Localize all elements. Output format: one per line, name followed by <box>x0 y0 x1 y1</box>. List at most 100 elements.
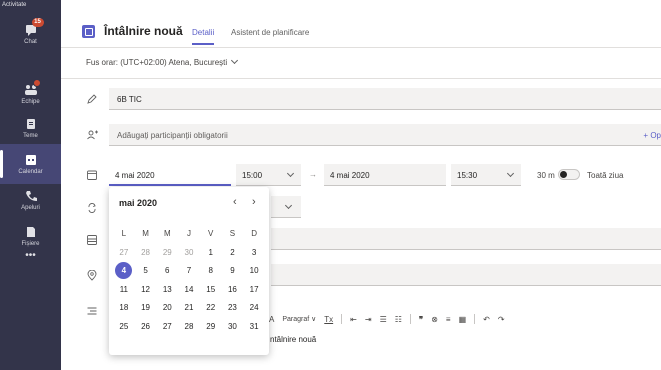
calendar-day[interactable]: 6 <box>156 262 178 281</box>
end-date-input[interactable]: 4 mai 2020 <box>324 164 446 186</box>
calendar-day[interactable]: 16 <box>222 281 244 300</box>
calendar-day[interactable]: 10 <box>243 262 265 281</box>
calendar-day-number: 22 <box>206 303 216 312</box>
calendar-day-number: 29 <box>206 321 216 331</box>
calendar-day-number: 15 <box>206 284 216 294</box>
location-input[interactable] <box>271 264 661 286</box>
calendar-day[interactable]: 20 <box>156 299 178 318</box>
all-day-toggle[interactable] <box>558 169 580 180</box>
calendar-day[interactable]: 30 <box>222 318 244 337</box>
optional-attendees-link[interactable]: + Op <box>643 124 661 140</box>
chevron-down-icon <box>231 56 239 65</box>
rail-item-label: Teme <box>23 132 38 139</box>
page-title: Întâlnire nouă <box>104 24 183 38</box>
calendar-day[interactable]: 1 <box>200 244 222 263</box>
calendar-day-number: 30 <box>227 321 237 331</box>
start-time-select[interactable]: 15:00 <box>236 164 301 186</box>
tab-scheduling-assistant[interactable]: Asistent de planificare <box>231 28 309 37</box>
calendar-day-number: 10 <box>249 266 259 275</box>
calendar-day[interactable]: 21 <box>178 299 200 318</box>
calendar-day-number: 6 <box>165 266 170 275</box>
calendar-day[interactable]: 4 <box>113 262 135 281</box>
undo-button[interactable]: ↶ <box>483 315 490 324</box>
paragraph-style-select[interactable]: Paragraf ∨ <box>282 315 316 323</box>
rail-activity-label[interactable]: Activitate <box>2 2 26 8</box>
calendar-day[interactable]: 28 <box>178 318 200 337</box>
chevron-down-icon <box>506 169 515 178</box>
rail-item-label: Apeluri <box>21 204 40 211</box>
location-icon <box>87 269 97 281</box>
outdent-button[interactable]: ⇤ <box>350 315 357 324</box>
calendar-day[interactable]: 3 <box>243 244 265 263</box>
calendar-day[interactable]: 30 <box>178 244 200 263</box>
calendar-day[interactable]: 28 <box>135 244 157 263</box>
calendar-day[interactable]: 27 <box>156 318 178 337</box>
next-month-button[interactable]: › <box>252 196 256 208</box>
calendar-day[interactable]: 11 <box>113 281 135 300</box>
calendar-day[interactable]: 29 <box>200 318 222 337</box>
rail-item-assignments[interactable]: Teme <box>0 108 61 148</box>
calendar-day[interactable]: 9 <box>222 262 244 281</box>
start-date-input[interactable]: 4 mai 2020 <box>109 164 231 186</box>
calendar-day[interactable]: 12 <box>135 281 157 300</box>
arrow-right-icon: → <box>309 170 317 179</box>
repeat-select[interactable] <box>271 196 301 218</box>
title-input[interactable]: 6B TIC <box>109 88 661 110</box>
calendar-day[interactable]: 31 <box>243 318 265 337</box>
calendar-day[interactable]: 17 <box>243 281 265 300</box>
clear-format-button[interactable]: Tx <box>324 315 333 324</box>
rail-item-more[interactable]: ••• <box>0 240 61 270</box>
add-people-icon <box>87 130 98 140</box>
calendar-day[interactable]: 22 <box>200 299 222 318</box>
bullet-list-button[interactable]: ☰ <box>380 315 387 324</box>
calendar-day-number: 2 <box>230 247 235 257</box>
timezone-selector[interactable]: Fus orar: (UTC+02:00) Atena, București <box>86 56 239 67</box>
end-time-select[interactable]: 15:30 <box>451 164 521 186</box>
tab-details[interactable]: Detalii <box>192 28 215 45</box>
calendar-day-number: 27 <box>119 247 129 257</box>
calendar-day[interactable]: 15 <box>200 281 222 300</box>
repeat-icon <box>87 203 97 213</box>
calendar-day[interactable]: 2 <box>222 244 244 263</box>
calendar-day[interactable]: 25 <box>113 318 135 337</box>
link-button[interactable]: ⊗ <box>431 315 438 324</box>
calendar-day-number: 30 <box>184 247 194 257</box>
calendar-day-number: 17 <box>249 284 259 294</box>
indent-button[interactable]: ⇥ <box>365 315 372 324</box>
calendar-day[interactable]: 18 <box>113 299 135 318</box>
calendar-day-number: 9 <box>230 266 235 275</box>
calendar-day[interactable]: 24 <box>243 299 265 318</box>
rail-item-chat[interactable]: 15 Chat <box>0 14 61 54</box>
description-editor[interactable]: ntâlnire nouă <box>270 335 316 344</box>
meeting-header: Întâlnire nouă Detalii Asistent de plani… <box>61 0 661 48</box>
calendar-day-number: 28 <box>141 247 151 257</box>
font-color-button[interactable]: A <box>269 315 274 324</box>
calendar-day[interactable]: 7 <box>178 262 200 281</box>
redo-button[interactable]: ↷ <box>498 315 505 324</box>
attendees-input[interactable]: Adăugați participanții obligatorii + Op <box>109 124 661 146</box>
weekday-header: M <box>142 229 149 238</box>
quote-button[interactable]: ❞ <box>419 315 423 324</box>
align-button[interactable]: ≡ <box>446 315 451 324</box>
calendar-day[interactable]: 13 <box>156 281 178 300</box>
previous-month-button[interactable]: ‹ <box>233 196 237 208</box>
app-rail: Activitate 15 Chat Echipe Teme Calendar … <box>0 0 61 370</box>
calendar-day[interactable]: 14 <box>178 281 200 300</box>
calendar-day-number: 11 <box>119 284 128 294</box>
calendar-day[interactable]: 5 <box>135 262 157 281</box>
calendar-day[interactable]: 23 <box>222 299 244 318</box>
calendar-day[interactable]: 26 <box>135 318 157 337</box>
calendar-day[interactable]: 19 <box>135 299 157 318</box>
teams-icon <box>24 78 41 96</box>
rail-item-calendar[interactable]: Calendar <box>0 144 61 184</box>
numbered-list-button[interactable]: ☷ <box>395 315 402 324</box>
table-button[interactable]: ▦ <box>459 315 467 324</box>
assignments-icon <box>24 118 38 130</box>
calendar-day-number: 16 <box>227 284 237 294</box>
calendar-day[interactable]: 8 <box>200 262 222 281</box>
calendar-day[interactable]: 27 <box>113 244 135 263</box>
rail-item-calls[interactable]: Apeluri <box>0 180 61 220</box>
calendar-day-number: 27 <box>162 321 172 331</box>
calendar-day[interactable]: 29 <box>156 244 178 263</box>
channel-input[interactable] <box>271 228 661 250</box>
